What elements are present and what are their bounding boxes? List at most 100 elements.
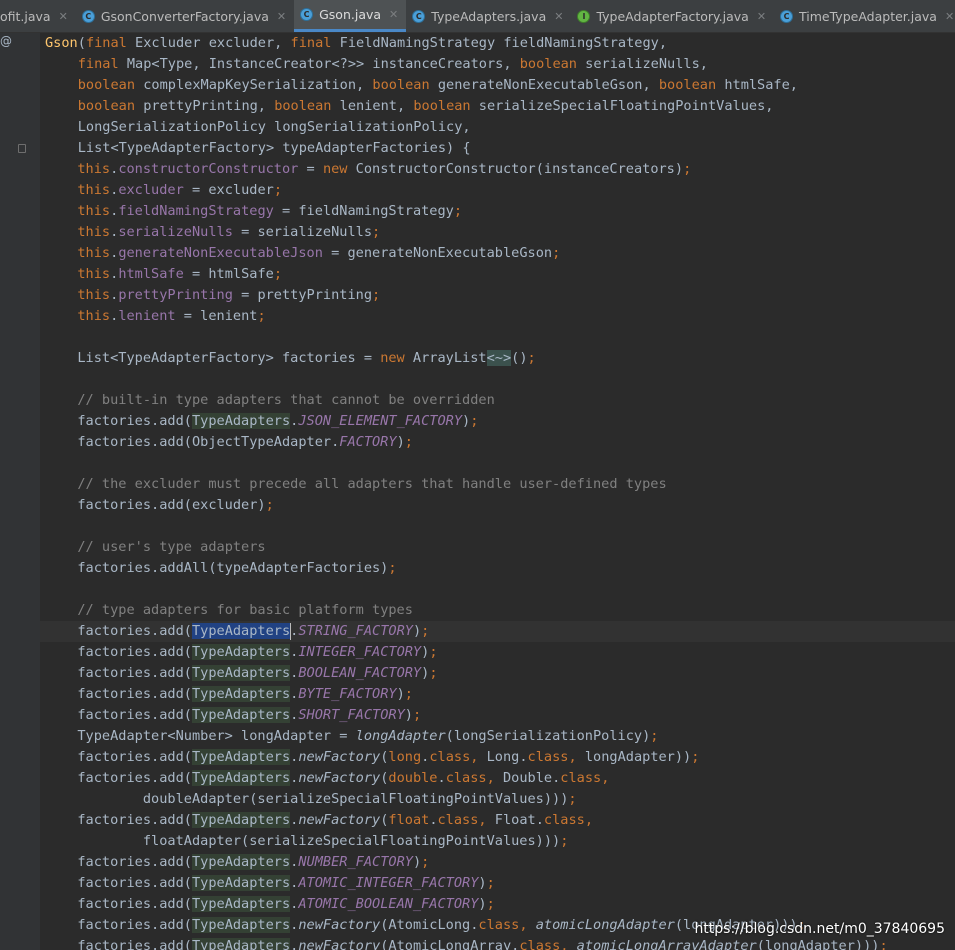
code-token: (AtomicLongArray. — [380, 938, 520, 950]
code-token: , — [486, 770, 495, 786]
tab-timetypeadapter[interactable]: C TimeTypeAdapter.java ✕ — [774, 0, 955, 32]
code-token: ; — [879, 938, 888, 950]
close-icon[interactable]: ✕ — [757, 10, 766, 23]
code-line[interactable]: LongSerializationPolicy longSerializatio… — [40, 117, 955, 138]
code-token: TypeAdapters — [191, 812, 291, 828]
code-token: this — [77, 266, 111, 282]
code-line[interactable]: factories.add(TypeAdapters.ATOMIC_BOOLEA… — [40, 894, 955, 915]
code-token: factories.add( — [61, 707, 192, 723]
code-line[interactable] — [40, 327, 955, 348]
code-token: (AtomicLong. — [380, 917, 479, 933]
code-line[interactable]: final Map<Type, InstanceCreator<?>> inst… — [40, 54, 955, 75]
code-line[interactable]: this.fieldNamingStrategy = fieldNamingSt… — [40, 201, 955, 222]
code-line[interactable]: // type adapters for basic platform type… — [40, 600, 955, 621]
tab-typeadapterfactory[interactable]: I TypeAdapterFactory.java ✕ — [571, 0, 774, 32]
watermark: https://blog.csdn.net/m0_37840695 — [694, 921, 945, 937]
code-line[interactable]: factories.add(TypeAdapters.newFactory(lo… — [40, 747, 955, 768]
close-icon[interactable]: ✕ — [277, 10, 286, 23]
code-token: factories.add( — [61, 644, 192, 660]
override-annotation-marker[interactable]: @ — [0, 34, 12, 48]
code-line[interactable]: factories.add(TypeAdapters.newFactory(fl… — [40, 810, 955, 831]
code-line[interactable] — [40, 579, 955, 600]
code-line[interactable]: floatAdapter(serializeSpecialFloatingPoi… — [40, 831, 955, 852]
code-line[interactable]: this.generateNonExecutableJson = generat… — [40, 243, 955, 264]
code-line[interactable]: boolean prettyPrinting, boolean lenient,… — [40, 96, 955, 117]
code-line[interactable]: factories.add(TypeAdapters.JSON_ELEMENT_… — [40, 411, 955, 432]
tab-typeadapters[interactable]: C TypeAdapters.java ✕ — [406, 0, 571, 32]
code-token: class — [560, 770, 602, 786]
code-token: ; — [273, 182, 283, 198]
code-token: longAdapter)) — [576, 749, 692, 765]
code-token: <~> — [486, 350, 512, 366]
code-line[interactable]: doubleAdapter(serializeSpecialFloatingPo… — [40, 789, 955, 810]
code-line[interactable]: this.serializeNulls = serializeNulls; — [40, 222, 955, 243]
tab-gsonconverterfactory[interactable]: C GsonConverterFactory.java ✕ — [76, 0, 294, 32]
close-icon[interactable]: ✕ — [59, 10, 68, 23]
code-token: ; — [486, 896, 495, 912]
code-line[interactable]: // built-in type adapters that cannot be… — [40, 390, 955, 411]
code-token: final — [290, 35, 332, 51]
code-line[interactable]: factories.add(TypeAdapters.INTEGER_FACTO… — [40, 642, 955, 663]
code-line[interactable]: factories.add(TypeAdapters.newFactory(do… — [40, 768, 955, 789]
code-line[interactable]: factories.add(TypeAdapters.STRING_FACTOR… — [40, 621, 955, 642]
code-line[interactable] — [40, 453, 955, 474]
fold-toggle-icon[interactable] — [18, 144, 26, 153]
code-token: . — [429, 812, 438, 828]
code-line[interactable]: List<TypeAdapterFactory> typeAdapterFact… — [40, 138, 955, 159]
code-token: class — [543, 812, 585, 828]
code-token: ; — [404, 434, 413, 450]
code-token: ; — [486, 875, 495, 891]
code-token: class — [429, 749, 471, 765]
code-token: this — [77, 224, 111, 240]
tab-ofit[interactable]: ofit.java ✕ — [0, 0, 76, 32]
code-line[interactable]: List<TypeAdapterFactory> factories = new… — [40, 348, 955, 369]
close-icon[interactable]: ✕ — [945, 10, 954, 23]
code-line[interactable]: this.htmlSafe = htmlSafe; — [40, 264, 955, 285]
code-token: TypeAdapters — [191, 644, 291, 660]
code-line[interactable] — [40, 516, 955, 537]
code-line[interactable]: factories.add(TypeAdapters.SHORT_FACTORY… — [40, 705, 955, 726]
code-token: ; — [691, 749, 700, 765]
code-token: ; — [429, 644, 438, 660]
code-line[interactable]: this.prettyPrinting = prettyPrinting; — [40, 285, 955, 306]
code-token: newFactory — [298, 938, 381, 950]
code-token: factories.add( — [61, 812, 192, 828]
code-token: Long. — [478, 749, 528, 765]
close-icon[interactable]: ✕ — [389, 8, 398, 21]
code-token: TypeAdapters — [191, 938, 291, 950]
code-line[interactable]: factories.add(TypeAdapters.newFactory(At… — [40, 936, 955, 950]
code-line[interactable]: factories.add(TypeAdapters.BYTE_FACTORY)… — [40, 684, 955, 705]
code-line[interactable]: factories.add(TypeAdapters.ATOMIC_INTEGE… — [40, 873, 955, 894]
code-token: boolean — [372, 77, 430, 93]
code-line[interactable]: Gson(final Excluder excluder, final Fiel… — [40, 33, 955, 54]
code-line[interactable]: factories.add(ObjectTypeAdapter.FACTORY)… — [40, 432, 955, 453]
code-token: ; — [388, 560, 397, 576]
code-line[interactable]: this.excluder = excluder; — [40, 180, 955, 201]
code-token: factories.addAll(typeAdapterFactories) — [61, 560, 389, 576]
code-token: Gson — [45, 35, 78, 51]
code-token: constructorConstructor — [118, 161, 299, 177]
code-editor[interactable]: Gson(final Excluder excluder, final Fiel… — [40, 33, 955, 950]
code-token: ; — [404, 686, 413, 702]
code-token: ) — [396, 434, 405, 450]
code-line[interactable]: TypeAdapter<Number> longAdapter = longAd… — [40, 726, 955, 747]
code-token: = excluder — [183, 182, 274, 198]
close-icon[interactable]: ✕ — [554, 10, 563, 23]
code-line[interactable]: factories.add(TypeAdapters.BOOLEAN_FACTO… — [40, 663, 955, 684]
code-line[interactable]: // user's type adapters — [40, 537, 955, 558]
code-line[interactable]: this.lenient = lenient; — [40, 306, 955, 327]
tab-gson[interactable]: C Gson.java ✕ — [294, 0, 407, 32]
code-line[interactable]: factories.add(TypeAdapters.NUMBER_FACTOR… — [40, 852, 955, 873]
code-line[interactable]: factories.add(excluder); — [40, 495, 955, 516]
code-token: htmlSafe — [118, 266, 184, 282]
code-token: // built-in type adapters that cannot be… — [77, 392, 495, 408]
code-line[interactable]: // the excluder must precede all adapter… — [40, 474, 955, 495]
code-line[interactable]: boolean complexMapKeySerialization, bool… — [40, 75, 955, 96]
code-token: = lenient — [175, 308, 258, 324]
code-line[interactable]: factories.addAll(typeAdapterFactories); — [40, 558, 955, 579]
code-line[interactable] — [40, 369, 955, 390]
code-line[interactable]: this.constructorConstructor = new Constr… — [40, 159, 955, 180]
